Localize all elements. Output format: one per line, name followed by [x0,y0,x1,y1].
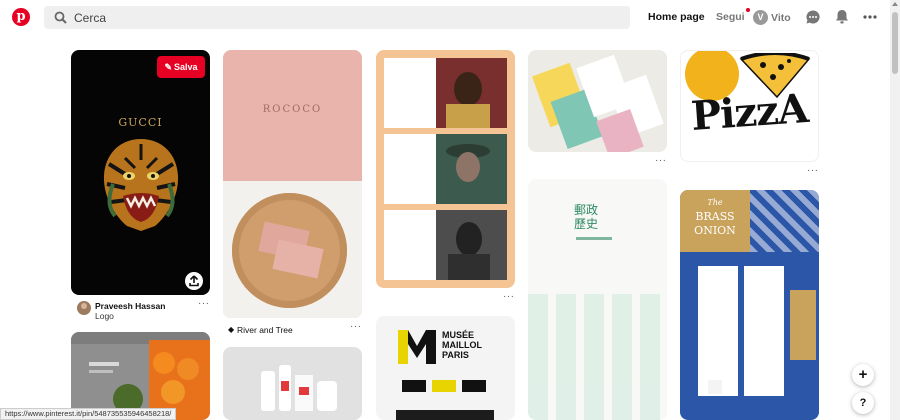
orange-fruit-2 [177,358,199,380]
more-options-icon[interactable] [862,9,878,25]
share-button[interactable] [185,272,203,290]
maillol-line-2: MAILLOL [442,340,482,350]
pin-author-name[interactable]: Praveesh Hassan [95,301,165,311]
pattern-tile [750,190,819,252]
maillol-title: MUSÉE MAILLOL PARIS [442,330,482,360]
portrait-head [456,222,482,256]
pin-portraits[interactable] [376,50,515,288]
pin-icon: ✎ [164,62,172,72]
dark-panel [396,410,494,420]
notification-dot [745,8,750,12]
pin-stationery[interactable] [528,50,667,152]
save-button[interactable]: ✎ Salva [157,56,205,78]
tiger-illustration [103,139,179,231]
portrait-card-2 [384,134,507,204]
pin-more-dots-icon[interactable]: ··· [198,298,210,309]
bottle-label [281,381,289,391]
logo-variant [432,380,456,392]
avatar: V [753,10,768,26]
portrait-card-1 [384,58,507,128]
logo-variant-row [402,380,492,392]
link-status-bar: https://www.pinterest.it/pin/54873553594… [0,408,177,420]
brass-line-2: BRASS [695,210,735,223]
maillol-line-1: MUSÉE [442,330,475,340]
postal-subtitle [576,237,612,240]
save-label: Salva [174,62,198,72]
brass-onion-logo: The BRASS ONION [680,190,750,252]
pin-musee-maillol[interactable]: MUSÉE MAILLOL PARIS [376,316,515,420]
maillol-line-3: PARIS [442,350,469,360]
avatar-face [81,303,87,309]
brass-line-3: ONION [694,224,736,237]
nav-home-link[interactable]: Home page [648,11,705,23]
tag-icon: ◆ [228,325,235,334]
logo-variant [462,380,486,392]
jar [317,381,337,411]
logo-variant [402,380,426,392]
orange-fruit [153,352,175,374]
search-icon [54,11,67,24]
nav-profile-link[interactable]: V Vito [753,9,791,26]
pin-rococo[interactable]: ROCOCO [223,50,362,318]
maillol-m-logo [398,330,436,364]
portrait-body [446,104,490,128]
postal-title-text: 郵政歷史 [574,203,599,231]
orange-fruit-3 [161,380,185,404]
stamp-grid [528,294,667,420]
pin-author-avatar[interactable] [77,301,91,315]
pin-more-dots-icon[interactable]: ··· [503,291,515,302]
scroll-up-arrow-icon[interactable] [892,2,898,6]
portrait-head [454,72,482,106]
notifications-bell-icon[interactable] [834,9,850,25]
top-bar: p Home page Segui VVito [0,0,890,36]
brass-line-1: The [707,198,723,207]
pin-board-name[interactable]: Logo [95,311,114,321]
pin-brass-onion[interactable]: The BRASS ONION [680,190,819,420]
nav-follow-link[interactable]: Segui [716,8,750,23]
menu-card [698,266,738,396]
pin-more-dots-icon[interactable]: ··· [807,165,819,176]
nav-follow-label: Segui [716,11,745,23]
pizza-word: PizzA [689,84,810,141]
pin-postal-history[interactable]: 郵政歷史 [528,179,667,420]
add-button[interactable]: + [852,364,874,386]
share-icon [189,275,199,287]
web-mockup-text [89,362,119,366]
menu-card-2 [744,266,784,396]
pinterest-logo-icon[interactable]: p [12,8,30,26]
pin-caption[interactable]: River and Tree [237,325,293,335]
web-mockup-text-2 [89,370,113,373]
portrait-head [456,152,480,182]
rococo-brand-text: ROCOCO [262,104,323,115]
coaster [708,380,722,394]
search-bar[interactable] [44,6,630,29]
pin-pizza[interactable]: PizzA [680,50,819,162]
menu-card-3 [790,290,816,360]
pin-more-dots-icon[interactable]: ··· [655,155,667,166]
portrait-body [448,254,490,280]
scrollbar[interactable] [890,0,900,420]
scrollbar-thumb[interactable] [892,12,898,74]
pin-packaging[interactable] [223,347,362,420]
search-input[interactable] [74,6,614,29]
bottle [261,371,275,411]
pin-gucci[interactable]: GUCCI ✎ Salva [71,50,210,295]
pin-more-dots-icon[interactable]: ··· [350,321,362,332]
portrait-card-3 [384,210,507,280]
messages-icon[interactable] [805,9,821,25]
user-name: Vito [771,11,791,24]
pin-orange-web[interactable] [71,332,210,420]
help-button[interactable]: ? [852,392,874,414]
gucci-brand-text: GUCCI [118,116,163,129]
box-label [299,387,309,395]
